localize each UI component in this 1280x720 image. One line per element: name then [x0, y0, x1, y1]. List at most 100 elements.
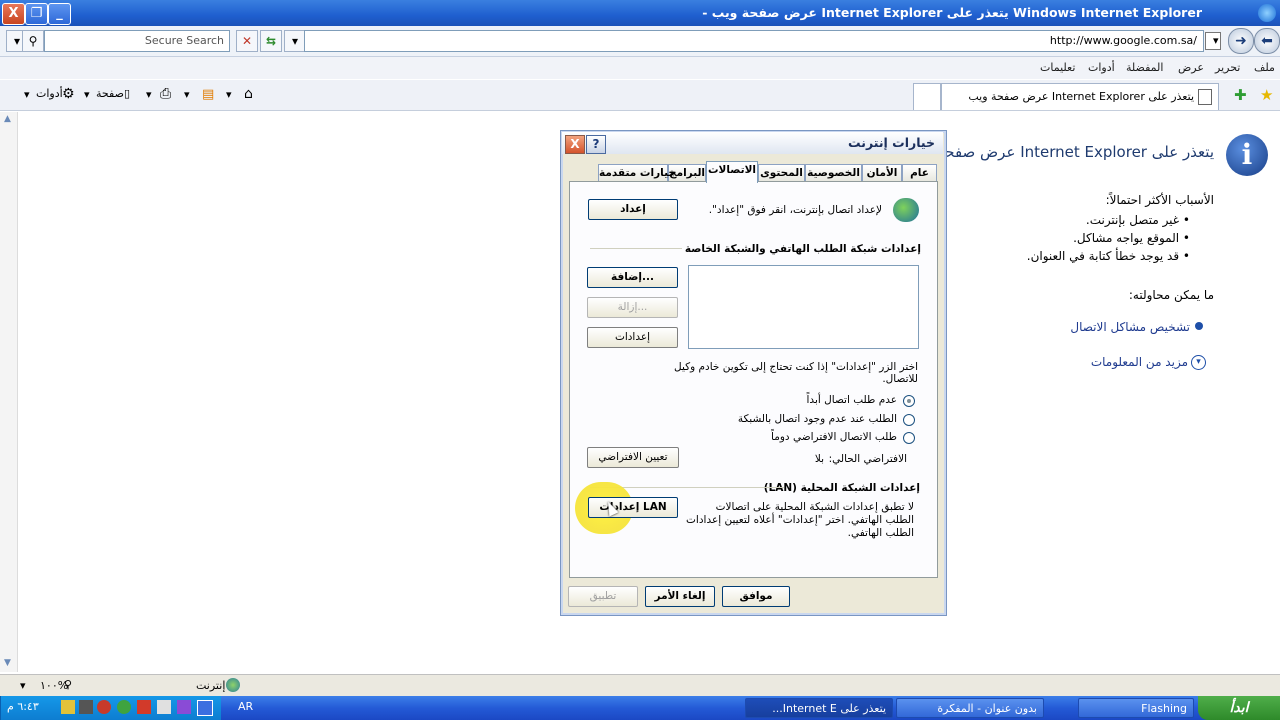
tab-privacy[interactable]: الخصوصية [805, 164, 862, 182]
lan-settings-button[interactable]: إعدادات LAN [588, 497, 678, 518]
close-window-button[interactable]: X [2, 3, 25, 25]
minimize-window-button[interactable]: _ [48, 3, 71, 25]
expand-chevron-icon[interactable]: ▾ [1191, 355, 1206, 370]
tab-content[interactable]: المحتوى [758, 164, 805, 182]
dialog-close-button[interactable]: X [565, 135, 585, 154]
lan-text-line1: لا تطبق إعدادات الشبكة المحلية على اتصال… [715, 501, 914, 513]
page-menu-dropdown-icon[interactable]: ▾ [84, 88, 90, 101]
feeds-dropdown-icon[interactable]: ▾ [184, 88, 190, 101]
taskbar-flashing[interactable]: Flashing [1078, 698, 1194, 718]
tray-icon[interactable] [177, 700, 191, 714]
print-icon[interactable]: ⎙ [160, 86, 171, 102]
page-scrollbar[interactable]: ▲ ▼ [0, 112, 18, 672]
cause-item: • غير متصل بإنترنت. [1085, 213, 1190, 227]
history-dropdown-icon[interactable]: ▾ [1213, 34, 1219, 47]
tab-security[interactable]: الأمان [862, 164, 902, 182]
menu-favorites[interactable]: المفضلة [1126, 61, 1163, 74]
add-button[interactable]: إضافة... [587, 267, 678, 288]
menu-edit[interactable]: تحرير [1215, 61, 1240, 74]
dialup-section-label: إعدادات شبكة الطلب الهاتفي والشبكة الخاص… [684, 243, 921, 255]
proxy-hint-line2: للاتصال. [882, 373, 918, 385]
page-menu-icon[interactable]: ▯ [124, 87, 130, 100]
tray-icon[interactable] [117, 700, 131, 714]
address-bar: ▾ ⚲ Secure Search ✕ ⇆ ▾ http://www.googl… [0, 26, 1280, 57]
clock[interactable]: ٦:٤٣ م [7, 700, 39, 713]
tools-dropdown-icon[interactable]: ▾ [24, 88, 30, 101]
print-dropdown-icon[interactable]: ▾ [146, 88, 152, 101]
feeds-icon[interactable]: ▤ [202, 87, 214, 102]
browser-tab[interactable]: يتعذر على Internet Explorer عرض صفحة ويب [941, 83, 1219, 110]
scroll-up-icon[interactable]: ▲ [4, 114, 11, 124]
radio-always-dial-label[interactable]: طلب الاتصال الافتراضي دوماً [771, 431, 897, 443]
tab-general[interactable]: عام [902, 164, 937, 182]
url-field[interactable]: http://www.google.com.sa/ [304, 30, 1204, 52]
tab-connections[interactable]: الاتصالات [706, 161, 758, 183]
cause-text: قد يوجد خطأ كتابة في العنوان. [1026, 249, 1180, 263]
radio-always-dial[interactable] [903, 432, 915, 444]
page-menu-label[interactable]: صفحة [96, 87, 124, 100]
dialog-help-button[interactable]: ? [586, 135, 606, 154]
scroll-down-icon[interactable]: ▼ [4, 658, 11, 668]
menu-file[interactable]: ملف [1254, 61, 1275, 74]
settings-button[interactable]: إعدادات [587, 327, 678, 348]
diagnose-bullet-icon [1195, 322, 1203, 330]
set-default-button[interactable]: تعيين الافتراضي [587, 447, 679, 468]
back-icon[interactable]: ⬅ [1254, 28, 1280, 54]
language-indicator[interactable]: AR [238, 700, 253, 713]
menu-help[interactable]: تعليمات [1040, 61, 1075, 74]
tray-icon[interactable] [61, 700, 75, 714]
cause-text: الموقع يواجه مشاكل. [1073, 231, 1180, 245]
search-icon[interactable]: ⚲ [22, 30, 44, 52]
setup-button[interactable]: إعداد [588, 199, 678, 220]
new-tab-button[interactable] [913, 83, 941, 110]
search-placeholder: Secure Search [144, 34, 224, 47]
tray-icon[interactable] [79, 700, 93, 714]
start-button[interactable]: ابدأ [1198, 696, 1280, 720]
diagnose-link[interactable]: تشخيص مشاكل الاتصال [1070, 320, 1190, 334]
apply-button[interactable]: تطبيق [568, 586, 638, 607]
radio-dial-when-none[interactable] [903, 414, 915, 426]
zone-label: إنترنت [196, 679, 226, 692]
menu-view[interactable]: عرض [1178, 61, 1204, 74]
tools-gear-icon[interactable]: ⚙ [62, 86, 75, 102]
radio-dial-when-none-label[interactable]: الطلب عند عدم وجود اتصال بالشبكة [738, 413, 897, 425]
tab-advanced[interactable]: خيارات متقدمة [598, 164, 676, 182]
stop-icon[interactable]: ✕ [236, 30, 258, 52]
home-icon[interactable]: ⌂ [244, 86, 253, 102]
window-title: Windows Internet Explorer يتعذر على Inte… [702, 5, 1202, 20]
current-default-value: بلا [814, 453, 824, 465]
tools-menu-label[interactable]: أدوات [36, 87, 63, 100]
info-icon: i [1226, 134, 1268, 176]
favorites-star-icon[interactable]: ★ [1260, 86, 1273, 104]
ie-logo-icon [1258, 4, 1276, 22]
lan-section-label: إعدادات الشبكة المحلية (LAN) [763, 482, 920, 494]
radio-never-dial[interactable] [903, 395, 915, 407]
search-input[interactable]: Secure Search [44, 30, 230, 52]
cancel-button[interactable]: إلغاء الأمر [645, 586, 715, 607]
forward-icon[interactable]: ➜ [1228, 28, 1254, 54]
status-bar: إنترنت ⚲ ١٠٠% ▾ [0, 674, 1280, 697]
address-dropdown-icon[interactable]: ▾ [284, 30, 306, 52]
add-favorites-icon[interactable]: ✚ [1234, 86, 1247, 104]
radio-never-dial-label[interactable]: عدم طلب اتصال أبداً [807, 394, 897, 406]
more-info-link[interactable]: مزيد من المعلومات [1091, 355, 1188, 369]
taskbar-notepad[interactable]: بدون عنوان - المفكرة [896, 698, 1044, 718]
tray-icon[interactable] [157, 700, 171, 714]
home-dropdown-icon[interactable]: ▾ [226, 88, 232, 101]
zoom-level[interactable]: ١٠٠% [40, 679, 68, 692]
remove-button[interactable]: إزالة... [587, 297, 678, 318]
taskbar-ie[interactable]: يتعذر على Internet E... [745, 698, 893, 718]
tray-icon[interactable] [197, 700, 213, 716]
tray-icon[interactable] [97, 700, 111, 714]
connections-list[interactable] [688, 265, 919, 349]
cause-item: • الموقع يواجه مشاكل. [1073, 231, 1190, 245]
proxy-hint-line1: اختر الزر "إعدادات" إذا كنت تحتاج إلى تك… [674, 361, 918, 373]
zoom-dropdown-icon[interactable]: ▾ [20, 679, 26, 692]
ok-button[interactable]: موافق [722, 586, 790, 607]
refresh-icon[interactable]: ⇆ [260, 30, 282, 52]
current-default-label: الافتراضي الحالي: [828, 453, 907, 465]
restore-window-button[interactable]: ❐ [25, 3, 48, 25]
tray-icon[interactable] [137, 700, 151, 714]
menu-tools[interactable]: أدوات [1088, 61, 1115, 74]
dialog-title: خيارات إنترنت [848, 135, 935, 150]
